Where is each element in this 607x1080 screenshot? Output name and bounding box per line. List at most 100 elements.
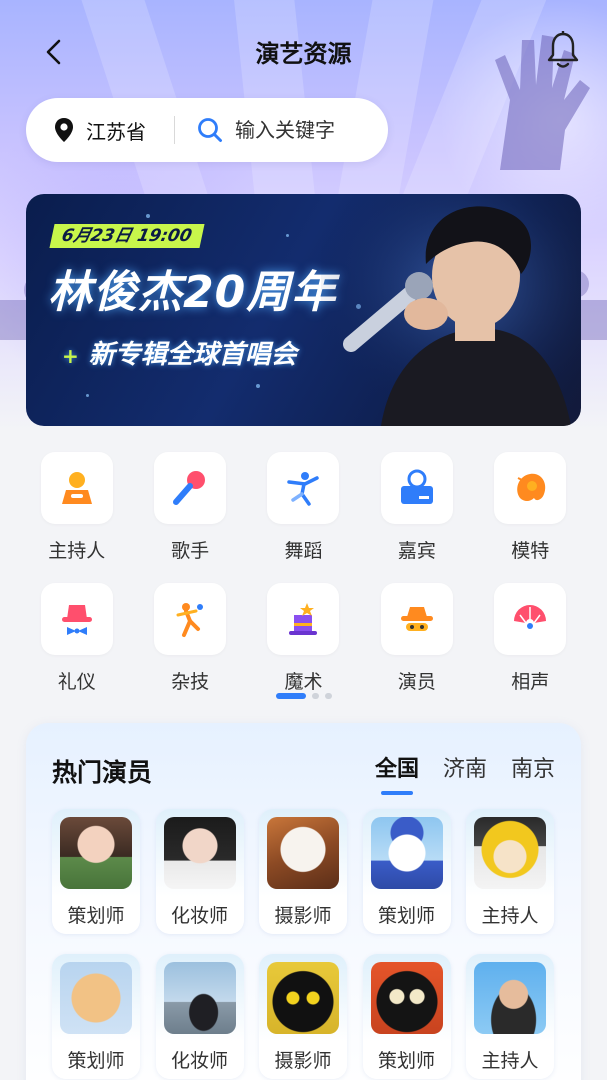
- performer-role: 策划师: [67, 905, 125, 927]
- category-guest[interactable]: 嘉宾: [360, 452, 473, 563]
- guest-icon: [400, 469, 433, 504]
- performer-card[interactable]: 策划师: [52, 954, 140, 1079]
- category-etiquette[interactable]: 礼仪: [20, 583, 133, 694]
- avatar: [474, 817, 546, 889]
- category-icon-tile: [380, 452, 453, 524]
- performer-role: 策划师: [377, 905, 435, 927]
- banner-date-tag: 6月23日 19:00: [49, 224, 205, 248]
- actor-icon: [400, 607, 433, 631]
- avatar: [267, 962, 339, 1034]
- avatar: [60, 962, 132, 1034]
- magic-hat-icon: [289, 603, 318, 635]
- category-icon-tile: [267, 583, 340, 655]
- category-crosstalk[interactable]: 相声: [474, 583, 587, 694]
- category-label: 舞蹈: [284, 540, 323, 562]
- category-label: 演员: [397, 671, 436, 693]
- performer-role: 摄影师: [274, 1050, 332, 1072]
- avatar: [163, 962, 236, 1034]
- dancer-icon: [287, 472, 320, 506]
- category-icon-tile: [494, 452, 567, 524]
- microphone-icon: [173, 471, 206, 505]
- performer-grid: 策划师 化妆师 摄影师 策划师 主持人 策划师 化妆师 摄影师 策划师 主持人: [52, 809, 572, 1079]
- category-icon-tile: [154, 583, 227, 655]
- category-label: 魔术: [284, 671, 323, 693]
- location-pin-icon: [55, 118, 73, 142]
- etiquette-icon: [61, 605, 92, 635]
- category-acrobatics[interactable]: 杂技: [133, 583, 246, 694]
- tab-nanjing[interactable]: 南京: [511, 751, 555, 783]
- performer-role: 化妆师: [170, 905, 228, 927]
- tab-jinan[interactable]: 济南: [443, 751, 487, 783]
- search-bar: 江苏省: [26, 98, 388, 162]
- location-selector[interactable]: 江苏省: [26, 116, 146, 145]
- performer-card[interactable]: 策划师: [362, 954, 451, 1079]
- pager-dot-active[interactable]: [276, 693, 306, 699]
- category-actor[interactable]: 演员: [360, 583, 473, 694]
- search-field: [197, 117, 365, 143]
- location-label: 江苏省: [86, 119, 146, 144]
- category-icon-tile: [380, 583, 453, 655]
- avatar: [474, 962, 546, 1034]
- performer-role: 摄影师: [274, 905, 332, 927]
- performer-card[interactable]: 策划师: [52, 809, 140, 934]
- search-icon: [198, 118, 222, 142]
- category-magic[interactable]: 魔术: [247, 583, 360, 694]
- avatar: [370, 817, 443, 889]
- category-host[interactable]: 主持人: [20, 452, 133, 563]
- category-grid: 主持人 歌手 舞蹈 嘉宾 模特 礼仪 杂技 魔术 演员 相声: [20, 452, 587, 694]
- performer-role: 主持人: [481, 905, 539, 927]
- pager-dot[interactable]: [312, 693, 319, 699]
- category-icon-tile: [494, 583, 567, 655]
- performer-card[interactable]: 主持人: [466, 809, 554, 934]
- tab-nationwide[interactable]: 全国: [375, 751, 419, 795]
- category-model[interactable]: 模特: [474, 452, 587, 563]
- category-label: 杂技: [171, 671, 210, 693]
- performer-role: 化妆师: [170, 1050, 228, 1072]
- host-icon: [61, 472, 92, 504]
- performer-card[interactable]: 化妆师: [155, 809, 244, 934]
- page-title: 演艺资源: [255, 40, 352, 68]
- search-input[interactable]: [235, 118, 365, 142]
- performer-role: 策划师: [67, 1050, 125, 1072]
- performer-card[interactable]: 化妆师: [155, 954, 244, 1079]
- category-label: 相声: [511, 671, 550, 693]
- category-icon-tile: [40, 452, 113, 524]
- banner-subline-text: 新专辑全球首唱会: [88, 340, 297, 370]
- performer-card[interactable]: 主持人: [466, 954, 554, 1079]
- search-divider: [174, 116, 175, 144]
- singer-image: [321, 194, 581, 426]
- banner-headline: 林俊杰20周年: [48, 267, 337, 318]
- concert-banner[interactable]: 6月23日 19:00 林俊杰20周年 + 新专辑全球首唱会: [26, 194, 581, 426]
- top-bar: 演艺资源: [0, 22, 607, 78]
- performer-role: 主持人: [481, 1050, 539, 1072]
- avatar: [60, 817, 132, 889]
- category-label: 主持人: [48, 540, 106, 562]
- performer-card[interactable]: 策划师: [362, 809, 451, 934]
- category-singer[interactable]: 歌手: [133, 452, 246, 563]
- region-tabs: 全国 济南 南京: [351, 751, 555, 795]
- category-label: 礼仪: [57, 671, 96, 693]
- notification-button[interactable]: [541, 28, 585, 72]
- pager-dot[interactable]: [325, 693, 332, 699]
- section-title: 热门演员: [52, 758, 153, 787]
- bell-icon: [547, 31, 579, 68]
- category-label: 嘉宾: [397, 540, 436, 562]
- fan-icon: [514, 605, 547, 629]
- avatar: [370, 962, 443, 1034]
- hot-performers-card: 热门演员 全国 济南 南京 策划师 化妆师 摄影师 策划师 主持人 策划师 化妆…: [26, 723, 581, 1080]
- category-icon-tile: [267, 452, 340, 524]
- category-dance[interactable]: 舞蹈: [247, 452, 360, 563]
- avatar: [163, 817, 236, 889]
- acrobat-icon: [176, 603, 204, 637]
- performer-card[interactable]: 摄影师: [259, 954, 347, 1079]
- category-icon-tile: [40, 583, 113, 655]
- category-icon-tile: [154, 452, 227, 524]
- category-label: 歌手: [171, 540, 210, 562]
- model-icon: [517, 473, 546, 501]
- avatar: [267, 817, 339, 889]
- performer-card[interactable]: 摄影师: [259, 809, 347, 934]
- category-pager: [276, 693, 338, 699]
- banner-subline: + 新专辑全球首唱会: [62, 340, 297, 370]
- category-label: 模特: [511, 540, 550, 562]
- performer-role: 策划师: [377, 1050, 435, 1072]
